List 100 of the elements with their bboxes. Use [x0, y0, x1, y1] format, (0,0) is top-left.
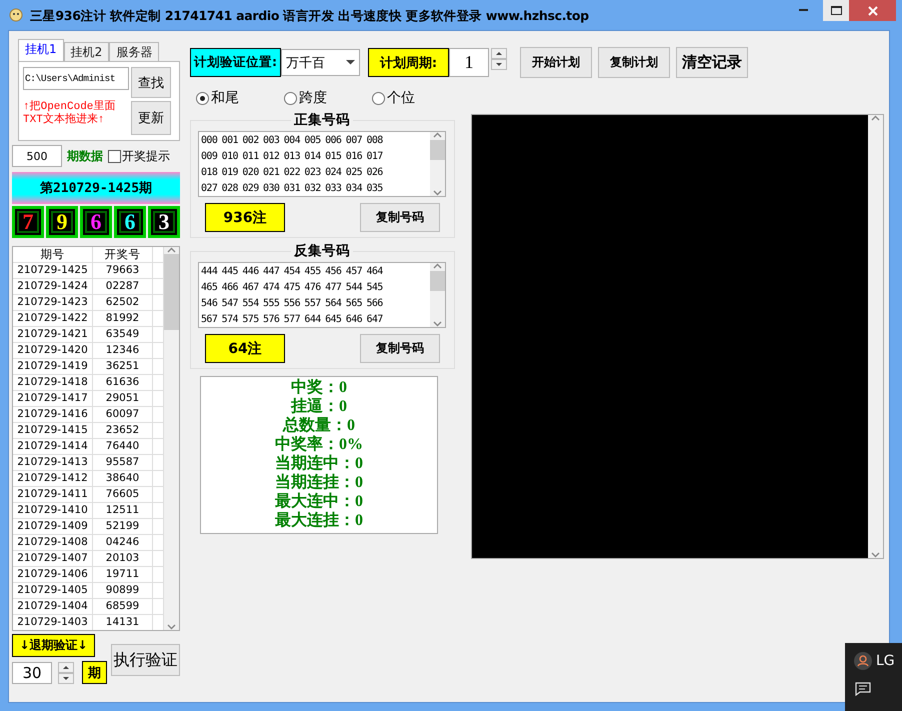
mode-radio[interactable]: 跨度 — [284, 89, 327, 107]
digit: 6 — [90, 211, 102, 233]
count-label: 936注 — [205, 203, 285, 232]
table-cell: 12511 — [93, 503, 153, 519]
tab[interactable]: 服务器 — [109, 42, 160, 61]
table-cell: 210729-1409 — [13, 519, 93, 535]
number-line: 018 019 020 021 022 023 024 025 026 — [201, 166, 384, 180]
number-line: 444 445 446 447 454 455 456 457 464 — [201, 265, 384, 279]
tab[interactable]: 挂机1 — [18, 39, 64, 61]
spin-up-icon — [496, 52, 502, 55]
table-cell: 52199 — [93, 519, 153, 535]
count-label: 64注 — [205, 334, 285, 363]
position-select[interactable]: 万千百 — [281, 49, 360, 76]
number-line: 027 028 029 030 031 032 033 034 035 — [201, 182, 384, 196]
scroll-down-icon[interactable] — [433, 190, 442, 196]
number-line: 000 001 002 003 004 005 006 007 008 — [201, 134, 384, 148]
toolbar-button[interactable]: 复制计划 — [598, 47, 670, 78]
minimize-icon — [798, 9, 808, 12]
scroll-down-icon[interactable] — [871, 552, 880, 558]
spinner[interactable] — [491, 48, 507, 70]
spin-down-icon — [63, 676, 69, 680]
stat-line: 当期连挂：0 — [275, 473, 363, 492]
number-list[interactable]: 444 445 446 447 454 455 456 457 464 465 466 467 474 475 476 477 544 545 546 547 554 555 556 557 564 565 566 567 574 575 576 577 644 645 646 647 — [198, 262, 446, 328]
number-line: 009 010 011 012 013 014 015 016 017 — [201, 150, 384, 164]
table-cell: 210729-1411 — [13, 487, 93, 503]
table-cell: 20103 — [93, 551, 153, 567]
column-header[interactable]: 期号 — [13, 247, 93, 263]
close-button[interactable] — [849, 0, 896, 21]
table-cell: 210729-1420 — [13, 343, 93, 359]
plan-position-label: 计划验证位置: — [190, 48, 281, 77]
table-cell: 60097 — [93, 407, 153, 423]
table-cell: 19711 — [93, 567, 153, 583]
maximize-button[interactable] — [823, 0, 849, 21]
current-period-banner: 第210729-1425期 — [12, 172, 180, 204]
path-field[interactable]: C:\Users\Administ — [23, 67, 129, 90]
table-cell: 04246 — [93, 535, 153, 551]
draw-alert-checkbox[interactable]: 开奖提示 — [108, 148, 170, 164]
copy-numbers-button[interactable]: 复制号码 — [360, 334, 440, 363]
periods-label: 期数据 — [67, 148, 103, 164]
user-name: LG — [876, 653, 895, 669]
scrollbar[interactable] — [430, 132, 445, 196]
table-cell: 210729-1413 — [13, 455, 93, 471]
scroll-down-icon[interactable] — [167, 624, 176, 630]
copy-numbers-button[interactable]: 复制号码 — [360, 203, 440, 232]
scroll-up-icon[interactable] — [433, 263, 442, 269]
scrollbar-thumb[interactable] — [164, 254, 179, 330]
table-cell: 210729-1405 — [13, 583, 93, 599]
table-cell: 29051 — [93, 391, 153, 407]
plan-cycle-label: 计划周期: — [368, 48, 449, 77]
drag-hint: ↑把OpenCode里面TXT文本拖进来↑ — [23, 101, 116, 128]
table-cell: 14131 — [93, 615, 153, 630]
mode-radio[interactable]: 和尾 — [196, 89, 239, 107]
app-icon — [8, 6, 24, 22]
dropdown-caret-icon — [346, 60, 355, 65]
table-cell: 210729-1417 — [13, 391, 93, 407]
number-list[interactable]: 000 001 002 003 004 005 006 007 008 009 010 011 012 013 014 015 016 017 018 019 020 021 022 023 024 025 026 027 028 029 030 031 032 033 034 035 — [198, 131, 446, 197]
table-cell: 61636 — [93, 375, 153, 391]
toolbar-button[interactable]: 开始计划 — [520, 47, 592, 78]
update-button[interactable]: 更新 — [131, 101, 171, 135]
plan-cycle-field[interactable]: 1 — [449, 48, 489, 77]
scrollbar-thumb[interactable] — [430, 140, 445, 160]
table-cell: 210729-1410 — [13, 503, 93, 519]
radio-dot-icon — [200, 96, 205, 100]
run-verify-button[interactable]: 执行验证 — [111, 644, 180, 676]
close-icon — [868, 6, 878, 16]
stat-line: 当期连中：0 — [275, 454, 363, 473]
table-cell: 02287 — [93, 279, 153, 295]
scroll-down-icon[interactable] — [433, 321, 442, 327]
chat-icon — [854, 682, 872, 696]
table-cell: 63549 — [93, 327, 153, 343]
stat-line: 最大连中：0 — [275, 492, 363, 511]
scroll-up-icon[interactable] — [433, 132, 442, 138]
table-cell: 76440 — [93, 439, 153, 455]
scrollbar[interactable] — [164, 247, 179, 630]
find-button[interactable]: 查找 — [131, 67, 171, 98]
scrollbar[interactable] — [868, 115, 883, 558]
table-cell: 23652 — [93, 423, 153, 439]
table-cell: 210729-1422 — [13, 311, 93, 327]
tab[interactable]: 挂机2 — [64, 42, 110, 61]
table-cell: 90899 — [93, 583, 153, 599]
digit: 6 — [124, 211, 136, 233]
table-cell: 210729-1412 — [13, 471, 93, 487]
scrollbar[interactable] — [430, 263, 445, 327]
scrollbar-thumb[interactable] — [430, 271, 445, 291]
scroll-up-icon[interactable] — [167, 247, 176, 253]
stat-line: 最大连挂：0 — [275, 511, 363, 530]
table-cell: 210729-1416 — [13, 407, 93, 423]
backtest-field[interactable]: 30 — [12, 662, 52, 684]
scroll-up-icon[interactable] — [871, 115, 880, 121]
spinner[interactable] — [58, 662, 74, 684]
maximize-icon — [830, 6, 842, 15]
digit: 7 — [22, 211, 34, 233]
mode-radio[interactable]: 个位 — [372, 89, 415, 107]
group-title: 反集号码 — [292, 242, 351, 260]
toolbar-button[interactable]: 清空记录 — [676, 47, 748, 78]
table-cell: 95587 — [93, 455, 153, 471]
column-header[interactable]: 开奖号 — [93, 247, 153, 263]
number-line: 465 466 467 474 475 476 477 544 545 — [201, 281, 384, 295]
table-cell: 210729-1404 — [13, 599, 93, 615]
periods-field[interactable]: 500 — [12, 145, 62, 167]
